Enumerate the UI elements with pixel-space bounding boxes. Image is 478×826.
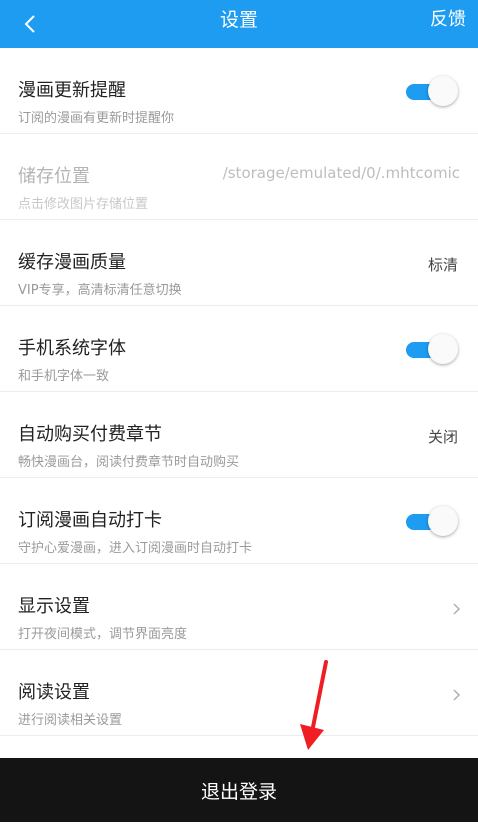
setting-title: 显示设置	[18, 596, 90, 617]
setting-subtitle: 进行阅读相关设置	[18, 713, 123, 728]
setting-subtitle: 打开夜间模式，调节界面亮度	[18, 627, 188, 642]
setting-subtitle: VIP专享，高清标清任意切换	[18, 283, 182, 298]
setting-auto-checkin[interactable]: 订阅漫画自动打卡 守护心爱漫画，进入订阅漫画时自动打卡	[0, 478, 478, 564]
setting-title: 储存位置	[18, 166, 90, 187]
page-title: 设置	[219, 9, 258, 31]
chevron-right-icon	[453, 603, 461, 615]
setting-storage-location[interactable]: 储存位置 点击修改图片存储位置 /storage/emulated/0/.mht…	[0, 134, 478, 220]
chevron-right-icon	[453, 689, 461, 701]
top-app-bar: 设置 反馈	[0, 0, 478, 48]
feedback-button[interactable]: 反馈	[430, 0, 466, 40]
setting-title: 阅读设置	[18, 682, 90, 703]
setting-subtitle: 和手机字体一致	[18, 369, 110, 384]
setting-title: 手机系统字体	[18, 338, 126, 359]
setting-display[interactable]: 显示设置 打开夜间模式，调节界面亮度	[0, 564, 478, 650]
red-arrow-annotation-icon	[300, 660, 328, 750]
toggle-knob	[428, 506, 458, 536]
auto-purchase-value: 关闭	[427, 428, 458, 446]
settings-list: 漫画更新提醒 订阅的漫画有更新时提醒你 储存位置 点击修改图片存储位置 /sto…	[0, 48, 478, 736]
auto-checkin-toggle[interactable]	[406, 505, 458, 537]
setting-auto-purchase[interactable]: 自动购买付费章节 畅快漫画台，阅读付费章节时自动购买 关闭	[0, 392, 478, 478]
logout-button[interactable]: 退出登录	[0, 758, 478, 822]
setting-system-font[interactable]: 手机系统字体 和手机字体一致	[0, 306, 478, 392]
setting-title: 缓存漫画质量	[18, 252, 126, 273]
setting-cache-quality[interactable]: 缓存漫画质量 VIP专享，高清标清任意切换 标清	[0, 220, 478, 306]
setting-title: 订阅漫画自动打卡	[18, 510, 162, 531]
setting-update-reminder[interactable]: 漫画更新提醒 订阅的漫画有更新时提醒你	[0, 48, 478, 134]
setting-title: 漫画更新提醒	[18, 80, 126, 101]
cache-quality-value: 标清	[427, 256, 458, 274]
toggle-knob	[428, 334, 458, 364]
setting-subtitle: 守护心爱漫画，进入订阅漫画时自动打卡	[18, 541, 253, 556]
setting-subtitle: 订阅的漫画有更新时提醒你	[18, 111, 175, 126]
setting-subtitle: 点击修改图片存储位置	[18, 197, 149, 212]
update-reminder-toggle[interactable]	[406, 75, 458, 107]
toggle-knob	[428, 76, 458, 106]
system-font-toggle[interactable]	[406, 333, 458, 365]
setting-reading[interactable]: 阅读设置 进行阅读相关设置	[0, 650, 478, 736]
setting-title: 自动购买付费章节	[18, 424, 162, 445]
storage-path-value: /storage/emulated/0/.mhtcomic	[222, 164, 460, 182]
setting-subtitle: 畅快漫画台，阅读付费章节时自动购买	[18, 455, 240, 470]
